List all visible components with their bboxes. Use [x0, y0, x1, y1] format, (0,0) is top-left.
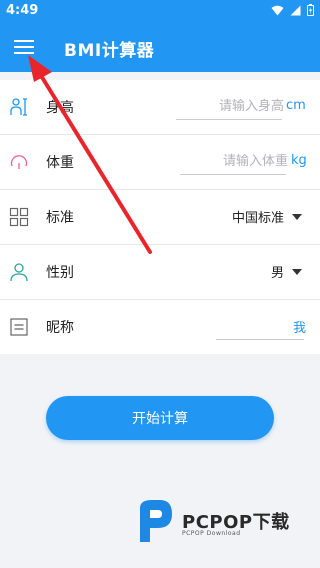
- nickname-input[interactable]: [216, 315, 308, 337]
- weight-label: 体重: [46, 155, 74, 171]
- status-bar: 4:49: [0, 0, 320, 22]
- bmi-form: 身高 cm 体重 kg 标准 中国标准: [0, 80, 320, 354]
- start-calculation-button[interactable]: 开始计算: [46, 396, 274, 440]
- height-unit: cm: [286, 98, 306, 113]
- status-time: 4:49: [6, 3, 39, 18]
- height-row: 身高 cm: [0, 80, 320, 135]
- height-input-wrap: [176, 95, 286, 120]
- hamburger-icon-line: [14, 46, 34, 48]
- standard-selected-value: 中国标准: [231, 211, 284, 226]
- weight-input[interactable]: [180, 150, 290, 173]
- standard-select[interactable]: 中国标准: [232, 207, 302, 226]
- hamburger-icon-line: [14, 40, 34, 42]
- watermark-subtitle: PCPOP Download: [182, 530, 241, 537]
- gender-select[interactable]: 男: [271, 262, 302, 281]
- app-bar: BMI计算器: [0, 22, 320, 72]
- signal-icon: [290, 5, 301, 15]
- grid-icon: [9, 207, 29, 227]
- dropdown-arrow-icon: [292, 213, 302, 220]
- height-input[interactable]: [176, 95, 286, 118]
- scale-gauge-icon: [10, 155, 28, 169]
- menu-button[interactable]: [10, 35, 38, 59]
- gender-label: 性别: [46, 265, 74, 281]
- battery-icon: [307, 4, 314, 16]
- nickname-row: 昵称: [0, 300, 320, 354]
- height-label: 身高: [46, 100, 74, 116]
- nickname-label: 昵称: [46, 320, 74, 336]
- weight-input-wrap: [180, 150, 290, 175]
- dropdown-arrow-icon: [292, 268, 302, 275]
- height-icon: [10, 98, 27, 116]
- weight-row: 体重 kg: [0, 135, 320, 190]
- wifi-icon: [271, 5, 284, 15]
- hamburger-icon-line: [14, 52, 34, 54]
- pcpop-logo-icon: [140, 500, 172, 542]
- document-icon: [10, 318, 28, 336]
- gender-row[interactable]: 性别 男: [0, 245, 320, 300]
- person-icon: [10, 263, 28, 282]
- gender-selected-value: 男: [270, 266, 284, 281]
- status-icons: [271, 4, 314, 16]
- standard-row[interactable]: 标准 中国标准: [0, 190, 320, 245]
- nickname-input-wrap: [216, 315, 308, 340]
- standard-label: 标准: [46, 210, 74, 226]
- watermark: PCPOP下载 PCPOP Download: [136, 498, 306, 544]
- app-title: BMI计算器: [64, 41, 155, 61]
- weight-unit: kg: [291, 153, 307, 168]
